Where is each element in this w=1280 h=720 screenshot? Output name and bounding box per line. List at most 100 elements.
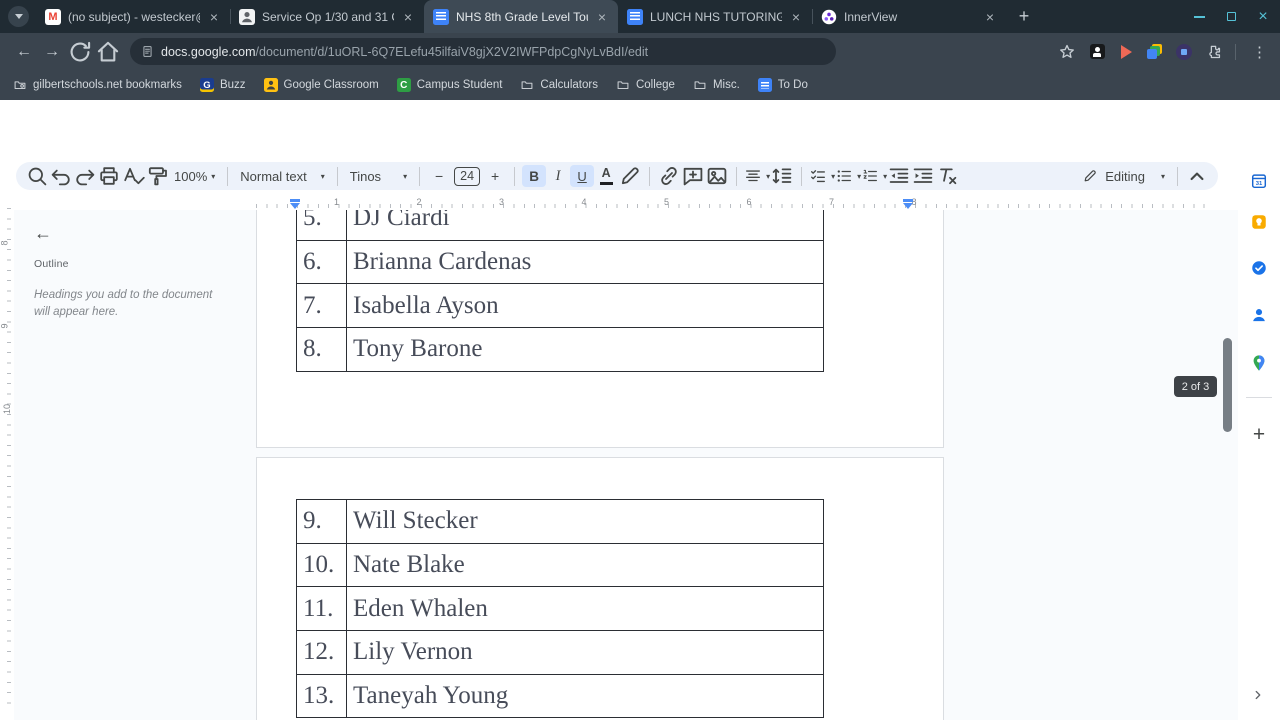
search-icon[interactable] (25, 164, 49, 188)
italic-button[interactable]: I (546, 164, 570, 188)
calendar-icon[interactable]: 31 (1250, 172, 1268, 190)
row-name-cell[interactable]: Will Stecker (347, 507, 478, 535)
row-number-cell[interactable]: 11. (297, 587, 347, 631)
reload-icon[interactable] (66, 38, 94, 66)
paint-format-icon[interactable] (145, 164, 169, 188)
ruler-inch-label: 6 (746, 197, 752, 207)
align-select[interactable]: ▾ (744, 164, 770, 188)
classroom-extension-icon[interactable] (1147, 43, 1163, 60)
checklist-select[interactable]: ▾ (809, 164, 835, 188)
add-comment-icon[interactable] (681, 164, 705, 188)
bulleted-list-select[interactable]: ▾ (835, 164, 861, 188)
row-number-cell[interactable]: 5. (297, 210, 347, 240)
row-name-cell[interactable]: Lily Vernon (347, 638, 473, 666)
close-icon[interactable]: × (1254, 8, 1272, 26)
browser-tab[interactable]: LUNCH NHS TUTORING SIGNU × (618, 0, 812, 33)
tasks-icon[interactable] (1250, 259, 1268, 277)
extensions-puzzle-icon[interactable] (1205, 43, 1222, 60)
hide-menus-icon[interactable] (1185, 164, 1209, 188)
bookmark-item[interactable]: C Campus Student (396, 78, 503, 92)
decrease-font-size-button[interactable]: − (427, 164, 451, 188)
right-indent-marker[interactable] (903, 198, 913, 209)
keep-icon[interactable] (1250, 213, 1268, 231)
print-icon[interactable] (97, 164, 121, 188)
back-icon[interactable]: ← (10, 38, 38, 66)
tab-close-icon[interactable]: × (207, 9, 221, 25)
new-tab-button[interactable]: + (1012, 4, 1036, 28)
address-bar[interactable]: docs.google.com/document/d/1uORL-6Q7ELef… (130, 38, 836, 65)
bookmark-item[interactable]: Google Classroom (263, 78, 379, 92)
tab-close-icon[interactable]: × (401, 9, 415, 25)
zoom-select[interactable]: 100% ▾ (169, 169, 220, 184)
numbered-list-select[interactable]: ▾ (861, 164, 887, 188)
redo-icon[interactable] (73, 164, 97, 188)
increase-font-size-button[interactable]: + (483, 164, 507, 188)
highlight-color-icon[interactable] (618, 164, 642, 188)
spellcheck-icon[interactable] (121, 164, 145, 188)
row-number-cell[interactable]: 8. (297, 328, 347, 371)
mode-select[interactable]: Editing ▾ (1077, 168, 1170, 184)
kami-extension-icon[interactable] (1089, 44, 1105, 60)
bold-button[interactable]: B (522, 165, 547, 187)
bookmark-item[interactable]: Calculators (520, 78, 598, 92)
underline-button[interactable]: U (570, 165, 595, 187)
tab-search-button[interactable] (8, 6, 29, 27)
row-number-cell[interactable]: 12. (297, 631, 347, 674)
browser-tab[interactable]: InnerView × (812, 0, 1006, 33)
browser-tab[interactable]: M (no subject) - westecker@gilber × (36, 0, 230, 33)
row-name-cell[interactable]: Isabella Ayson (347, 292, 499, 320)
tab-title: NHS 8th Grade Level Tour Guid (456, 9, 588, 24)
bookmark-star-icon[interactable] (1058, 43, 1076, 61)
row-number-cell[interactable]: 9. (297, 500, 347, 543)
maps-icon[interactable] (1250, 354, 1268, 372)
row-name-cell[interactable]: Tony Barone (347, 335, 482, 363)
row-name-cell[interactable]: Nate Blake (347, 551, 465, 579)
contacts-icon[interactable] (1250, 306, 1268, 324)
left-indent-marker[interactable] (290, 198, 300, 209)
forward-icon[interactable]: → (38, 38, 66, 66)
decrease-indent-icon[interactable] (887, 164, 911, 188)
bookmark-item[interactable]: Misc. (693, 78, 740, 92)
line-spacing-icon[interactable] (770, 164, 794, 188)
browser-tab[interactable]: NHS 8th Grade Level Tour Guid × (424, 0, 618, 33)
bookmark-item[interactable]: College (616, 78, 675, 92)
row-number-cell[interactable]: 7. (297, 284, 347, 328)
font-select[interactable]: Tinos ▾ (345, 169, 412, 184)
readwrite-extension-icon[interactable] (1176, 43, 1192, 60)
insert-link-icon[interactable] (657, 164, 681, 188)
maximize-icon[interactable] (1222, 8, 1240, 26)
insert-image-icon[interactable] (705, 164, 729, 188)
minimize-icon[interactable] (1190, 8, 1208, 26)
bookmark-item[interactable]: gilbertschools.net bookmarks (13, 78, 182, 92)
home-icon[interactable] (94, 38, 122, 66)
browser-menu-icon[interactable]: ⋮ (1249, 43, 1270, 61)
bookmark-item[interactable]: To Do (757, 78, 808, 92)
row-name-cell[interactable]: Brianna Cardenas (347, 248, 531, 276)
site-info-icon[interactable] (141, 45, 154, 58)
bookmark-label: Campus Student (416, 79, 503, 91)
font-size-input[interactable]: 24 (454, 166, 481, 186)
row-number-cell[interactable]: 13. (297, 674, 347, 718)
styles-select[interactable]: Normal text ▾ (235, 169, 329, 184)
row-number-cell[interactable]: 10. (297, 543, 347, 587)
tab-close-icon[interactable]: × (983, 9, 997, 25)
document-page[interactable]: 9. Will Stecker 10. Nate Blake 11. Eden Whale… (256, 457, 944, 720)
add-addon-button[interactable]: + (1248, 423, 1270, 446)
clear-formatting-icon[interactable] (935, 164, 959, 188)
screencastify-extension-icon[interactable] (1118, 44, 1134, 60)
scrollbar-thumb[interactable] (1223, 338, 1232, 432)
bookmark-item[interactable]: G Buzz (199, 78, 246, 92)
row-name-cell[interactable]: DJ Ciardi (347, 210, 450, 232)
text-color-button[interactable]: A (594, 164, 618, 188)
row-name-cell[interactable]: Eden Whalen (347, 595, 488, 623)
close-outline-icon[interactable]: ← (34, 224, 244, 242)
browser-tab[interactable]: Service Op 1/30 and 31 Campo × (230, 0, 424, 33)
undo-icon[interactable] (49, 164, 73, 188)
tab-close-icon[interactable]: × (789, 9, 803, 25)
document-page[interactable]: 5. DJ Ciardi 6. Brianna Cardenas 7. Isabella … (256, 210, 944, 448)
hide-side-panel-icon[interactable] (1251, 688, 1265, 702)
row-name-cell[interactable]: Taneyah Young (347, 682, 508, 710)
row-number-cell[interactable]: 6. (297, 240, 347, 284)
tab-close-icon[interactable]: × (595, 9, 609, 25)
increase-indent-icon[interactable] (911, 164, 935, 188)
